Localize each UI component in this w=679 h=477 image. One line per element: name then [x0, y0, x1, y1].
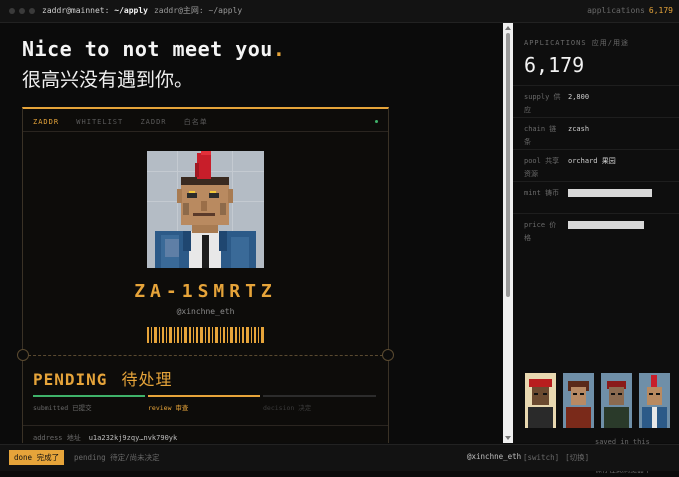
step-review: review 审查 [148, 395, 260, 415]
stat-row-mint: mint 铸币 [513, 181, 679, 213]
applications-count: 6,179 [524, 53, 585, 77]
applications-counter: applications 6,179 [587, 6, 673, 15]
terminal-path: zaddr@mainnet: ~/apply zaddr@主网: ~/apply [42, 6, 243, 15]
application-card: ZADDR WHITELIST ZADDR 白名单 ZA-1SMRTZ @xin… [17, 107, 394, 443]
progress-steps: submitted 已提交 review 审查 decision 决定 [33, 395, 378, 415]
avatar [147, 151, 264, 268]
status-dot-icon [375, 120, 378, 123]
address-value[interactable]: u1a232kj9zqy…nvk790yk [89, 434, 178, 442]
card-tabs: ZADDR WHITELIST ZADDR 白名单 [33, 117, 220, 127]
user-handle: @xinchne_eth [467, 452, 522, 461]
scroll-down-icon[interactable] [505, 436, 511, 440]
scroll-up-icon[interactable] [505, 26, 511, 30]
card-tab-label: WHITELIST [76, 118, 124, 126]
window-dot-icon[interactable] [19, 8, 25, 14]
window-dot-icon[interactable] [9, 8, 15, 14]
scrollbar[interactable] [503, 23, 513, 443]
stat-row-supply: supply 供应 2,800 [513, 85, 679, 117]
step-submitted: submitted 已提交 [33, 395, 145, 415]
ticket-notch [17, 349, 29, 361]
barcode [147, 327, 264, 343]
scrollbar-thumb[interactable] [506, 33, 510, 297]
avatar-thumbnail[interactable] [601, 373, 632, 428]
applications-label: APPLICATIONS 应用/用途 [524, 39, 630, 47]
window-dot-icon[interactable] [29, 8, 35, 14]
title-bar: zaddr@mainnet: ~/apply zaddr@主网: ~/apply … [0, 0, 679, 23]
divider [23, 425, 388, 426]
stat-row-chain: chain 链条 zcash [513, 117, 679, 149]
avatar-thumbnail[interactable] [639, 373, 670, 428]
status-heading: PENDING 待处理 [33, 370, 173, 389]
address-row: address 地址 u1a232kj9zqy…nvk790yk [33, 434, 178, 442]
ticket-notch [382, 349, 394, 361]
redacted-value [568, 189, 652, 197]
page-title-cn: 很高兴没有遇到你。 [22, 69, 194, 91]
card-tab-label: ZADDR [140, 118, 167, 126]
stat-row-pool: pool 共享资源 orchard 果园 [513, 149, 679, 181]
status-bar: done 完成了 pending 待定/尚未决定 @xinchne_eth [s… [0, 444, 679, 471]
ticker: ZA-1SMRTZ [134, 281, 277, 302]
stat-row-price: price 价格 [513, 213, 679, 245]
perforation-divider [23, 355, 388, 357]
avatar-thumbnail[interactable] [563, 373, 594, 428]
done-button[interactable]: done 完成了 [9, 450, 65, 465]
divider [23, 131, 388, 132]
main-content: Nice to not meet you. 很高兴没有遇到你。 ZADDR WH… [0, 23, 502, 443]
step-decision: decision 决定 [263, 395, 376, 415]
card-tab-label: ZADDR [33, 118, 60, 126]
stats-sidebar: APPLICATIONS 应用/用途 6,179 supply 供应 2,800… [513, 23, 679, 474]
page-title: Nice to not meet you. [22, 37, 286, 61]
pending-label: pending 待定/尚未决定 [74, 453, 160, 462]
user-handle: @xinchne_eth [176, 307, 235, 316]
switch-button[interactable]: [switch] [切换] [523, 452, 595, 463]
redacted-value [568, 221, 644, 229]
card-tab-label: 白名单 [183, 118, 208, 126]
avatar-thumbnail[interactable] [525, 373, 556, 428]
